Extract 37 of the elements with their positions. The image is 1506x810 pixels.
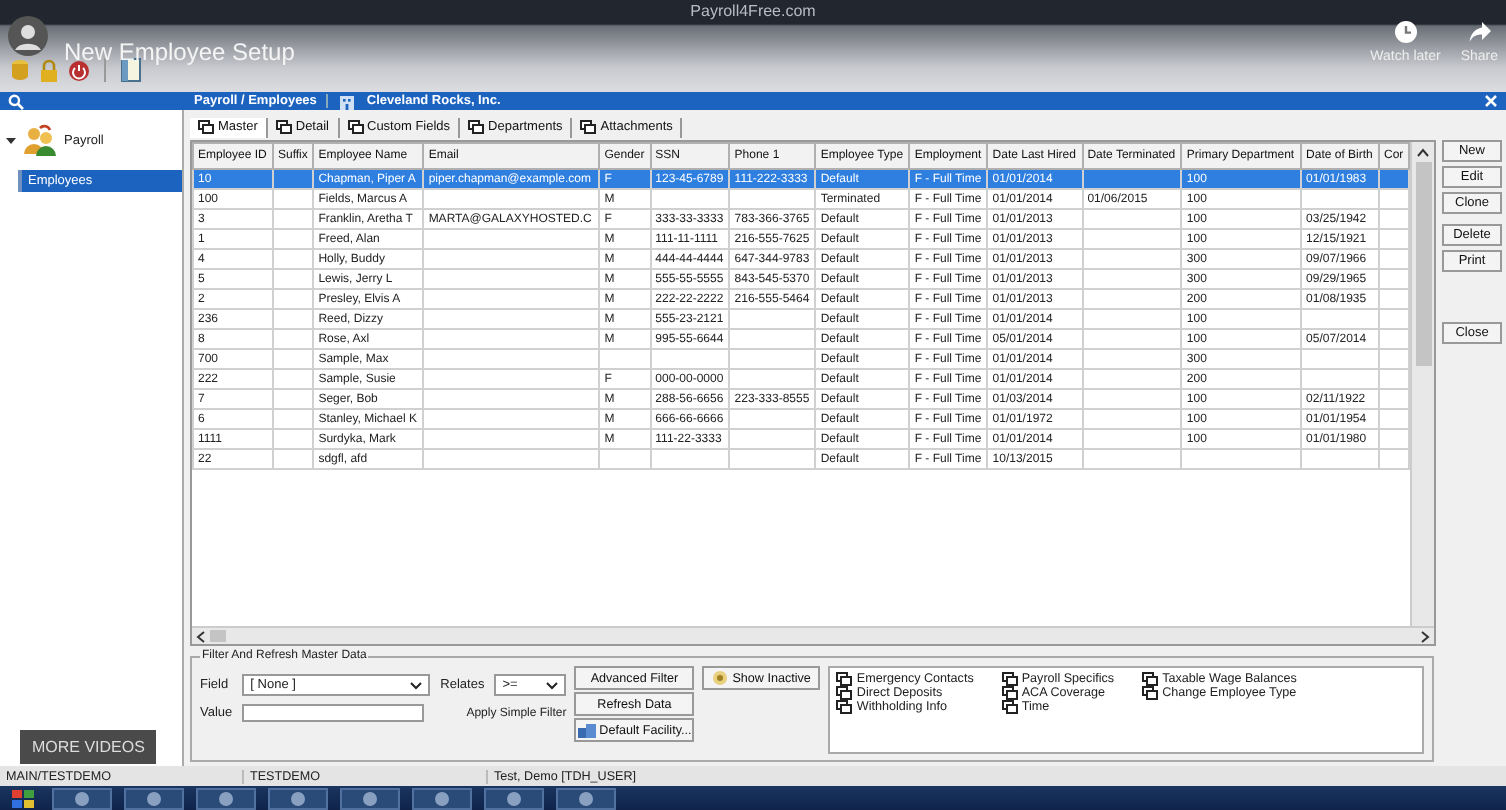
value-field[interactable] xyxy=(242,704,425,722)
horizontal-scrollbar[interactable] xyxy=(192,626,1434,644)
close-icon[interactable] xyxy=(1484,94,1498,108)
scrollbar-thumb[interactable] xyxy=(1415,162,1431,366)
coin-icon xyxy=(712,670,729,686)
buildings-icon xyxy=(577,723,596,737)
people-icon xyxy=(22,124,58,156)
taskbar-app-icon[interactable] xyxy=(124,787,184,809)
taskbar-app-icon[interactable] xyxy=(484,787,544,809)
windows-icon xyxy=(275,120,292,134)
taskbar-app-icon[interactable] xyxy=(196,787,256,809)
vertical-scrollbar[interactable] xyxy=(1410,142,1434,626)
windows-icon xyxy=(347,120,363,134)
share-icon[interactable] xyxy=(1467,20,1492,44)
video-title: New Employee Setup xyxy=(64,38,295,66)
taskbar-app-icon[interactable] xyxy=(52,787,112,809)
clock-icon[interactable] xyxy=(1393,20,1418,44)
avatar-icon xyxy=(8,16,48,56)
windows-icon xyxy=(580,120,597,134)
windows-icon xyxy=(198,120,214,134)
app-title: Payroll4Free.com xyxy=(688,0,818,24)
caret-up-icon[interactable] xyxy=(1416,148,1430,158)
caret-right-icon[interactable] xyxy=(1420,629,1430,643)
taskbar-app-icon[interactable] xyxy=(556,787,616,809)
scrollbar-thumb[interactable] xyxy=(210,630,226,642)
caret-down-icon xyxy=(546,681,559,689)
start-icon[interactable] xyxy=(8,788,40,808)
taskbar-app-icon[interactable] xyxy=(412,787,472,809)
power-icon[interactable] xyxy=(68,59,90,81)
caret-left-icon[interactable] xyxy=(196,629,206,643)
windows-icon xyxy=(468,120,485,134)
caret-down-icon xyxy=(410,681,423,689)
taskbar-app-icon[interactable] xyxy=(268,787,328,809)
more-videos-button[interactable]: MORE VIDEOS xyxy=(20,730,157,764)
search-icon[interactable] xyxy=(8,93,24,109)
taskbar-app-icon[interactable] xyxy=(340,787,400,809)
expand-arrow-icon[interactable] xyxy=(6,135,16,145)
